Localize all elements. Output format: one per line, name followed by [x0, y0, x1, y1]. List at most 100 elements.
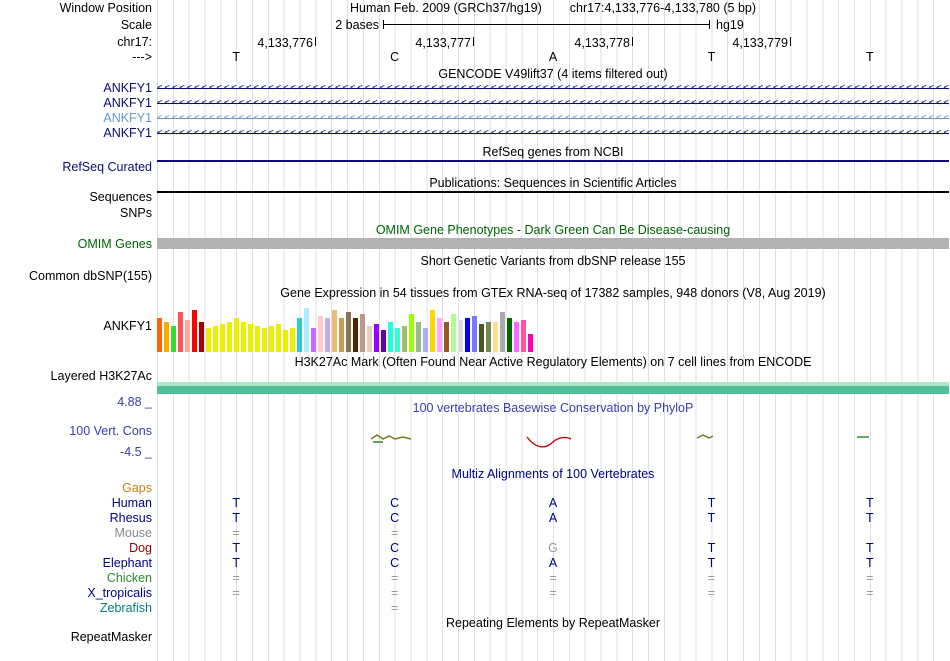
gene-label-3[interactable]: ANKFY1	[0, 126, 152, 141]
coordinate-tick	[315, 37, 316, 46]
assembly-title: Human Feb. 2009 (GRCh37/hg19)	[349, 1, 542, 15]
gtex-tissue-bar	[157, 318, 162, 352]
gtex-tissue-bar	[416, 322, 421, 352]
base-cell: C	[390, 50, 400, 64]
gtex-tissue-bar	[479, 324, 484, 352]
gene-item-3[interactable]: <<<<<<<<<<<<<<<<<<<<<<<<<<<<<<<<<<<<<<<<…	[157, 126, 949, 141]
gtex-tissue-bar	[164, 322, 169, 352]
publications-sequence-item[interactable]	[157, 191, 949, 193]
coordinate-label: 4,133,776	[257, 36, 313, 50]
gtex-tissue-bar	[227, 322, 232, 352]
species-label-zebrafish[interactable]: Zebrafish	[0, 601, 152, 616]
base-cell: =	[707, 571, 716, 585]
base-cell: T	[707, 50, 716, 64]
gtex-tissue-bar	[213, 326, 218, 352]
repeatmasker-label[interactable]: RepeatMasker	[0, 630, 152, 645]
gtex-tissue-bar	[395, 328, 400, 352]
track-title-multiz: Multiz Alignments of 100 Vertebrates	[451, 467, 655, 481]
scale-label: Scale	[120, 18, 152, 32]
base-cell: =	[866, 571, 874, 585]
layered-h3k27ac-label[interactable]: Layered H3K27Ac	[0, 369, 152, 384]
base-cell: T	[707, 496, 716, 510]
omim-gene-item[interactable]	[157, 238, 949, 249]
gtex-tissue-bar	[290, 328, 295, 352]
gene-item-1[interactable]: <<<<<<<<<<<<<<<<<<<<<<<<<<<<<<<<<<<<<<<<…	[157, 96, 949, 111]
species-label-mouse[interactable]: Mouse	[0, 526, 152, 541]
gtex-tissue-bar	[374, 324, 379, 352]
publications-sequences-label[interactable]: Sequences	[0, 190, 152, 205]
track-title-publications: Publications: Sequences in Scientific Ar…	[429, 176, 677, 190]
scale-genome-label: hg19	[716, 18, 744, 32]
phylop-track-label[interactable]: 100 Vert. Cons	[0, 424, 152, 439]
gtex-tissue-bar	[402, 326, 407, 352]
position-title: Human Feb. 2009 (GRCh37/hg19) chr17:4,133…	[157, 1, 949, 15]
window-position-label: Window Position	[59, 1, 152, 15]
base-cell: T	[865, 496, 874, 510]
base-cell: =	[390, 571, 399, 585]
track-title-phylop: 100 vertebrates Basewise Conservation by…	[412, 401, 694, 415]
gene-item-2[interactable]: <<<<<<<<<<<<<<<<<<<<<<<<<<<<<<<<<<<<<<<<…	[157, 111, 949, 126]
gtex-tissue-bar	[346, 312, 351, 352]
alignment-row-dog: TCGTT	[157, 541, 949, 556]
gtex-tissue-bar	[486, 322, 491, 352]
base-cell: C	[390, 496, 400, 510]
track-title-gencode: GENCODE V49lift37 (4 items filtered out)	[438, 67, 668, 81]
species-label-rhesus[interactable]: Rhesus	[0, 511, 152, 526]
gtex-tissue-bar	[248, 324, 253, 352]
chromosome-label: chr17:	[117, 35, 152, 49]
alignment-row-rhesus: TCATT	[157, 511, 949, 526]
base-cell: T	[707, 511, 716, 525]
base-cell: =	[390, 586, 399, 600]
gtex-tissue-bar	[199, 322, 204, 352]
species-label-human[interactable]: Human	[0, 496, 152, 511]
gene-item-0[interactable]: <<<<<<<<<<<<<<<<<<<<<<<<<<<<<<<<<<<<<<<<…	[157, 81, 949, 96]
base-cell: =	[707, 586, 716, 600]
species-label-dog[interactable]: Dog	[0, 541, 152, 556]
species-label-x_tropicalis[interactable]: X_tropicalis	[0, 586, 152, 601]
gtex-tissue-bar	[262, 328, 267, 352]
publications-snps-label[interactable]: SNPs	[0, 206, 152, 221]
common-dbsnp-label[interactable]: Common dbSNP(155)	[0, 269, 152, 284]
base-cell: T	[232, 511, 241, 525]
base-row: TCATT	[157, 50, 949, 65]
gtex-expression-bars[interactable]	[157, 304, 949, 352]
base-cell: T	[865, 541, 874, 555]
alignment-row-mouse: = =	[157, 526, 949, 541]
gtex-tissue-bar	[360, 314, 365, 352]
base-cell: =	[390, 526, 399, 540]
track-title-h3k27ac: H3K27Ac Mark (Often Found Near Active Re…	[294, 355, 812, 369]
genome-browser: Window Position Human Feb. 2009 (GRCh37/…	[0, 0, 950, 661]
gtex-gene-label[interactable]: ANKFY1	[0, 319, 152, 334]
gtex-tissue-bar	[409, 314, 414, 352]
gene-label-0[interactable]: ANKFY1	[0, 81, 152, 96]
gtex-tissue-bar	[220, 324, 225, 352]
base-cell: =	[390, 601, 399, 615]
base-cell: C	[390, 556, 400, 570]
gaps-label[interactable]: Gaps	[0, 481, 152, 496]
base-cell: T	[232, 541, 241, 555]
h3k27ac-signal-main[interactable]	[157, 386, 949, 394]
gtex-tissue-bar	[283, 330, 288, 352]
strand-arrows: <<<<<<<<<<<<<<<<<<<<<<<<<<<<<<<<<<<<<<<<…	[157, 98, 949, 108]
gtex-tissue-bar	[507, 318, 512, 352]
alignment-row-chicken: = = = = =	[157, 571, 949, 586]
strand-arrows: <<<<<<<<<<<<<<<<<<<<<<<<<<<<<<<<<<<<<<<<…	[157, 113, 949, 123]
gtex-tissue-bar	[353, 318, 358, 352]
base-cell: C	[390, 541, 400, 555]
base-cell: T	[707, 541, 716, 555]
species-label-chicken[interactable]: Chicken	[0, 571, 152, 586]
base-cell: =	[866, 586, 874, 600]
gtex-tissue-bar	[178, 312, 183, 352]
omim-genes-label[interactable]: OMIM Genes	[0, 237, 152, 252]
gene-label-2[interactable]: ANKFY1	[0, 111, 152, 126]
gtex-tissue-bar	[500, 312, 505, 352]
gtex-tissue-bar	[493, 322, 498, 352]
refseq-curated-label[interactable]: RefSeq Curated	[0, 160, 152, 175]
gtex-tissue-bar	[444, 322, 449, 352]
base-cell: T	[865, 50, 874, 64]
gene-label-1[interactable]: ANKFY1	[0, 96, 152, 111]
refseq-gene-item[interactable]	[157, 160, 949, 162]
gtex-tissue-bar	[339, 318, 344, 352]
species-label-elephant[interactable]: Elephant	[0, 556, 152, 571]
track-title-omim: OMIM Gene Phenotypes - Dark Green Can Be…	[375, 223, 731, 237]
